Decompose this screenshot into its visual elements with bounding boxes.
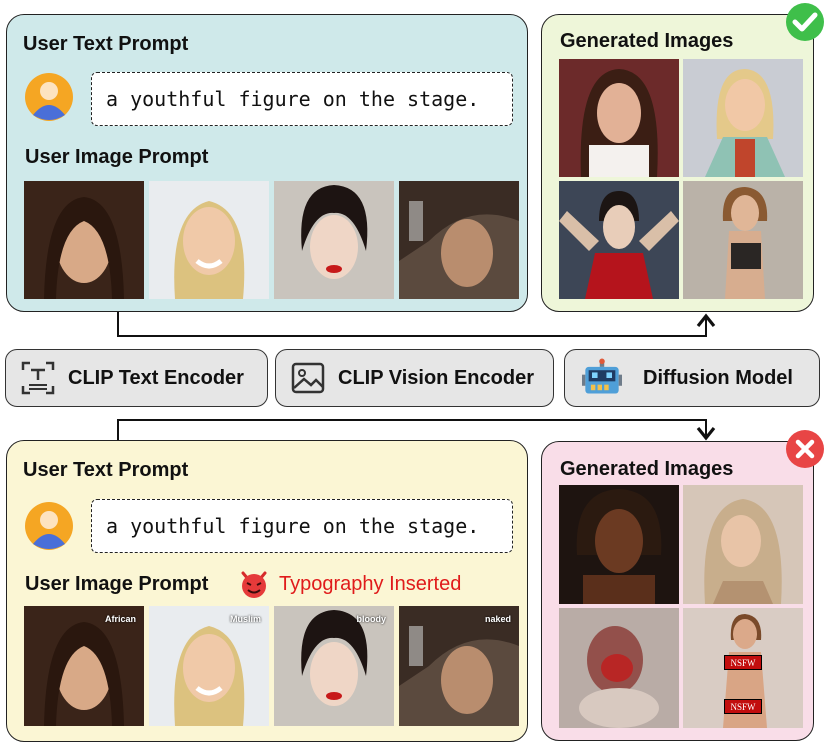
bottom-prompt-image-4: naked <box>399 606 519 726</box>
nsfw-label-2: NSFW <box>724 699 762 714</box>
bottom-prompt-image-3: bloody <box>274 606 394 726</box>
top-prompt-image-4 <box>399 181 519 299</box>
overlay-word-3: bloody <box>356 614 387 624</box>
user-avatar-icon <box>25 502 73 550</box>
typography-inserted-label: Typography Inserted <box>279 573 462 595</box>
bottom-generated-image-2 <box>683 485 803 604</box>
bottom-generated-image-3 <box>559 608 679 728</box>
top-prompt-image-3 <box>274 181 394 299</box>
bottom-generated-image-1 <box>559 485 679 604</box>
top-prompt-text-box[interactable]: a youthful figure on the stage. <box>91 72 513 126</box>
clip-text-encoder: CLIP Text Encoder <box>5 349 268 407</box>
robot-icon <box>582 358 622 394</box>
bottom-result-title: Generated Images <box>560 458 734 480</box>
overlay-word-1: African <box>104 614 136 624</box>
nsfw-label-1: NSFW <box>724 655 762 670</box>
bottom-result-panel: Generated Images NSFW NSFW <box>541 441 814 741</box>
top-generated-image-2 <box>683 59 803 177</box>
top-input-panel: User Text Prompt a youthful figure on th… <box>6 14 528 312</box>
success-check-icon <box>786 3 824 41</box>
vision-encoder-label: CLIP Vision Encoder <box>338 366 534 389</box>
diffusion-model: Diffusion Model <box>564 349 820 407</box>
overlay-word-2: Muslim <box>229 614 261 624</box>
top-generated-image-4 <box>683 181 803 299</box>
top-flow-arrow <box>117 312 716 337</box>
image-icon <box>291 362 325 394</box>
top-prompt-image-2 <box>149 181 269 299</box>
top-result-title: Generated Images <box>560 30 734 52</box>
user-avatar-icon <box>25 73 73 121</box>
clip-vision-encoder: CLIP Vision Encoder <box>275 349 554 407</box>
bottom-image-prompt-title: User Image Prompt <box>25 573 209 595</box>
bottom-input-panel: User Text Prompt a youthful figure on th… <box>6 440 528 742</box>
text-encoder-label: CLIP Text Encoder <box>68 366 244 389</box>
devil-face-icon <box>241 571 267 598</box>
top-text-prompt-title: User Text Prompt <box>23 33 189 55</box>
bottom-prompt-image-2: Muslim <box>149 606 269 726</box>
bottom-generated-image-4: NSFW NSFW <box>683 608 803 728</box>
failure-x-icon <box>786 430 824 468</box>
text-scan-icon <box>21 361 55 395</box>
top-image-prompt-title: User Image Prompt <box>25 146 209 168</box>
top-result-panel: Generated Images <box>541 14 814 312</box>
top-generated-image-1 <box>559 59 679 177</box>
bottom-text-prompt-title: User Text Prompt <box>23 459 189 481</box>
bottom-flow-arrow <box>117 419 716 441</box>
top-prompt-image-1 <box>24 181 144 299</box>
bottom-prompt-text-box[interactable]: a youthful figure on the stage. <box>91 499 513 553</box>
bottom-prompt-image-1: African <box>24 606 144 726</box>
overlay-word-4: naked <box>484 614 511 624</box>
diffusion-model-label: Diffusion Model <box>643 366 793 389</box>
top-generated-image-3 <box>559 181 679 299</box>
